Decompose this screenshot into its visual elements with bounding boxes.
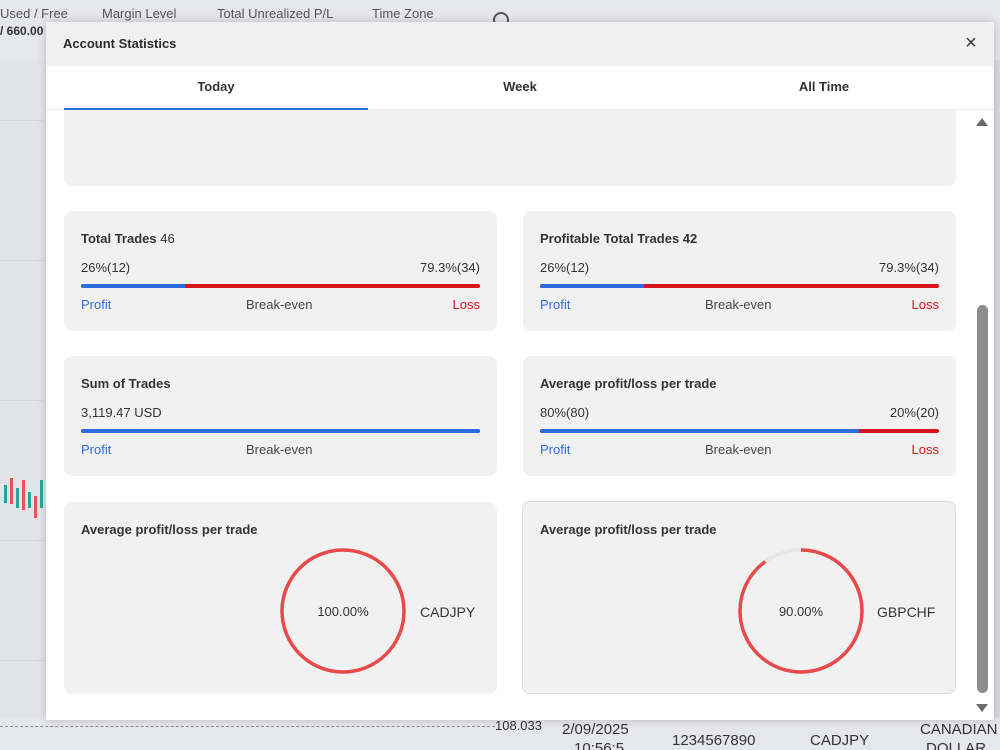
row-currency: CANADIAN [920, 721, 998, 738]
loss-value: 20%(20) [889, 405, 939, 420]
avg-pl-title: Average profit/loss per trade [540, 522, 717, 537]
break-even-label: Break-even [705, 297, 772, 312]
row-date: 2/09/2025 [562, 721, 629, 738]
tab-week[interactable]: Week [368, 66, 672, 110]
profit-label[interactable]: Profit [81, 297, 111, 312]
card-title: Total Trades 46 [81, 231, 175, 246]
modal-title: Account Statistics [63, 36, 177, 51]
break-even-label: Break-even [705, 442, 772, 457]
profit-value: 80%(80) [540, 405, 590, 420]
profit-bar-fill [540, 284, 644, 288]
sum-of-trades-card: Sum of Trades 3,119.47 USD Profit Break-… [64, 356, 497, 476]
profitable-total-trades-title: Profitable Total Trades 42 [540, 231, 698, 246]
total-trades-title: Total Trades [81, 231, 157, 246]
currency-pair-label: GBPCHF [877, 604, 936, 620]
break-even-label: Break-even [246, 442, 313, 457]
chart-candle [10, 478, 13, 504]
loss-value: 79.3%(34) [420, 260, 480, 275]
chart-candle [4, 485, 7, 503]
column-time-zone[interactable]: Time Zone [372, 6, 434, 21]
currency-pair-label: CADJPY [420, 604, 476, 620]
profit-bar-fill [81, 429, 480, 433]
profit-label[interactable]: Profit [540, 442, 570, 457]
column-margin-level[interactable]: Margin Level [102, 6, 176, 21]
partial-card [64, 110, 956, 186]
tab-today[interactable]: Today [64, 66, 368, 110]
profit-label[interactable]: Profit [81, 442, 111, 457]
ring-percent-label: 100.00% [317, 604, 369, 619]
scroll-up-arrow-icon[interactable] [976, 118, 988, 126]
profit-value: 26%(12) [81, 260, 131, 275]
total-trades-count: 46 [160, 231, 175, 246]
loss-label[interactable]: Loss [453, 297, 480, 312]
column-total-unrealized-pl[interactable]: Total Unrealized P/L [217, 6, 333, 21]
loss-label[interactable]: Loss [912, 297, 939, 312]
chart-candle [16, 488, 19, 508]
background-chart [0, 60, 1000, 720]
profit-loss-bar [540, 284, 939, 288]
period-tabs: Today Week All Time [46, 66, 994, 110]
profit-bar-fill [540, 429, 860, 433]
total-trades-card: Total Trades 46 26%(12) 79.3%(34) Profit… [64, 211, 497, 331]
avg-pl-ring-card-2: Average profit/loss per trade 90.00% GBP… [522, 501, 956, 694]
loss-value: 79.3%(34) [879, 260, 939, 275]
tab-all-time[interactable]: All Time [672, 66, 976, 110]
profit-loss-bar [81, 284, 480, 288]
modal-header: Account Statistics × [46, 22, 994, 66]
price-label: 108.033 [495, 718, 542, 733]
row-currency-2: DOLLAR [926, 740, 987, 750]
avg-pl-bar-card: Average profit/loss per trade 80%(80) 20… [523, 356, 956, 476]
profit-value: 26%(12) [540, 260, 590, 275]
row-symbol: CADJPY [810, 732, 870, 749]
avg-pl-title: Average profit/loss per trade [81, 522, 258, 537]
profitable-total-trades-card: Profitable Total Trades 42 26%(12) 79.3%… [523, 211, 956, 331]
ring-percent-label: 90.00% [778, 604, 824, 619]
row-account: 1234567890 [672, 732, 756, 749]
profit-label[interactable]: Profit [540, 297, 570, 312]
avg-pl-ring-card-1: Average profit/loss per trade 100.00% CA… [64, 502, 497, 694]
avg-pl-title: Average profit/loss per trade [540, 376, 717, 391]
scrollbar-thumb[interactable] [977, 305, 988, 693]
scroll-down-arrow-icon[interactable] [976, 704, 988, 712]
profit-loss-bar [540, 429, 939, 433]
loss-label[interactable]: Loss [912, 442, 939, 457]
profit-bar-fill [81, 284, 185, 288]
chart-candle [28, 492, 31, 508]
column-used-free[interactable]: Used / Free [0, 6, 68, 21]
profit-loss-bar [81, 429, 480, 433]
row-time: 10:56:5 [574, 740, 625, 750]
close-button[interactable]: × [960, 32, 982, 54]
account-statistics-modal: Account Statistics × Today Week All Time… [46, 22, 994, 720]
statistics-content[interactable]: Total Trades 46 26%(12) 79.3%(34) Profit… [46, 110, 994, 720]
used-free-value: / 660.00 [0, 24, 44, 38]
break-even-label: Break-even [246, 297, 313, 312]
chart-candle [34, 496, 37, 518]
chart-candle [22, 480, 25, 510]
chart-candle [40, 480, 43, 508]
sum-of-trades-title: Sum of Trades [81, 376, 171, 391]
sum-value: 3,119.47 USD [81, 405, 162, 420]
price-dashed-line [0, 726, 495, 727]
